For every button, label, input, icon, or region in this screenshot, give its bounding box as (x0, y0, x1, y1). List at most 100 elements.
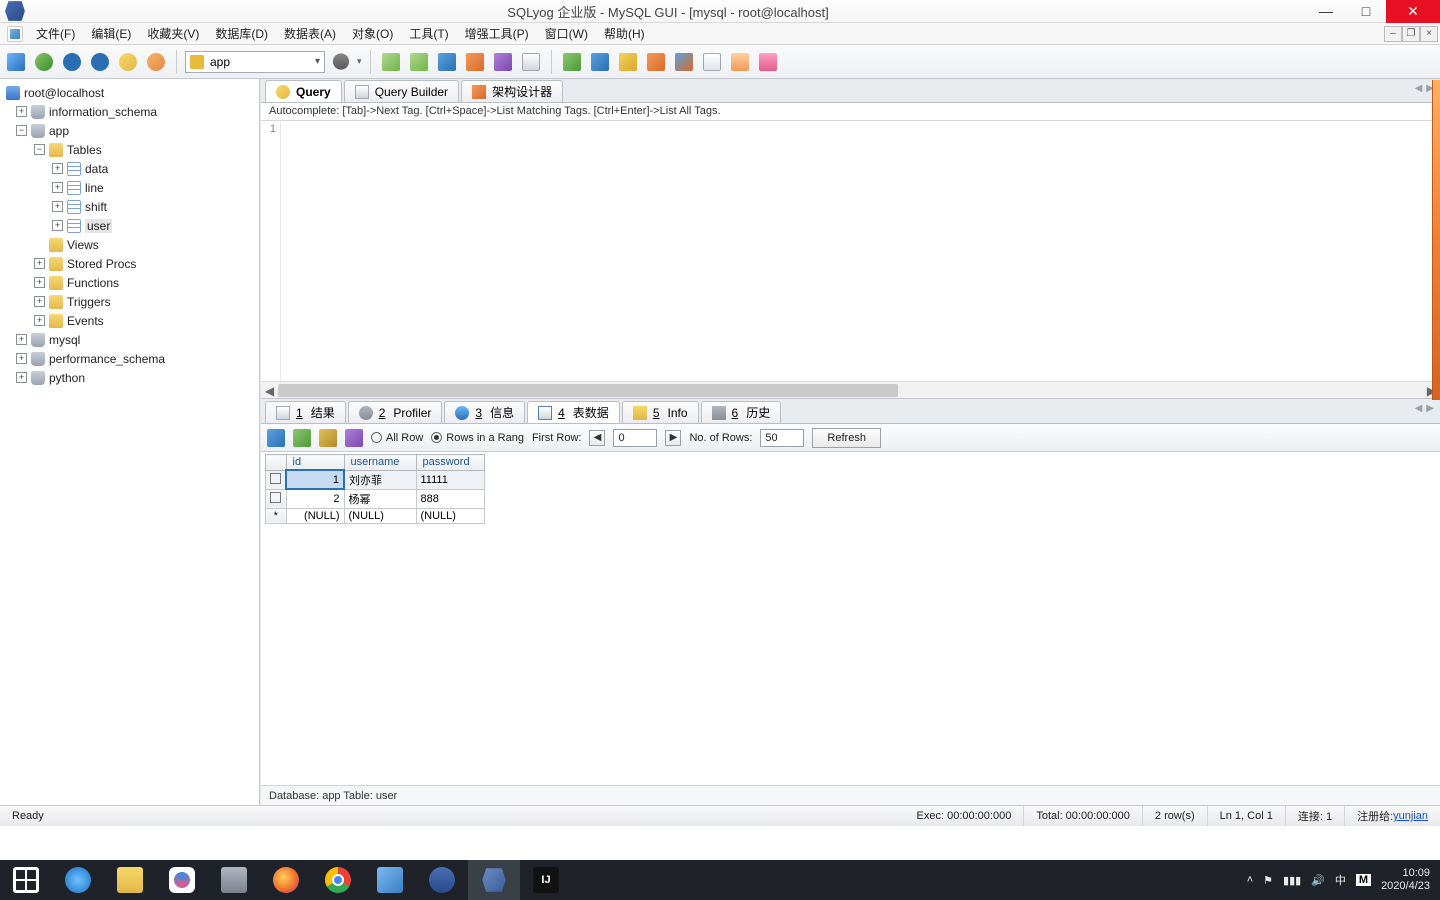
toolbar-btn-1[interactable] (379, 50, 403, 74)
mdi-minimize-button[interactable]: – (1384, 26, 1402, 42)
expand-icon[interactable]: + (16, 334, 27, 345)
table-row[interactable]: 2 杨幂 888 (266, 489, 485, 508)
toolbar-btn-2[interactable] (407, 50, 431, 74)
menu-favorites[interactable]: 收藏夹(V) (139, 23, 207, 44)
menu-database[interactable]: 数据库(D) (207, 23, 276, 44)
expand-icon[interactable]: + (34, 277, 45, 288)
toolbar-btn-10[interactable] (644, 50, 668, 74)
expand-icon[interactable]: + (52, 182, 63, 193)
tree-folder-events[interactable]: + Events (0, 311, 259, 330)
toolbar-btn-8[interactable] (588, 50, 612, 74)
menu-file[interactable]: 文件(F) (28, 23, 83, 44)
rtab-next-icon[interactable]: ▶ (1426, 403, 1434, 414)
tray-clock[interactable]: 10:09 2020/4/23 (1381, 867, 1430, 893)
rtool-btn-4[interactable] (345, 429, 363, 447)
tree-db-performance-schema[interactable]: + performance_schema (0, 349, 259, 368)
toolbar-btn-12[interactable] (700, 50, 724, 74)
taskbar-app-1[interactable] (156, 860, 208, 900)
taskbar-app-2[interactable] (208, 860, 260, 900)
menu-help[interactable]: 帮助(H) (596, 23, 653, 44)
mdi-restore-button[interactable]: ❐ (1402, 26, 1420, 42)
cell-id[interactable]: (NULL) (286, 508, 344, 523)
editor-hscrollbar[interactable]: ◀ ▶ (261, 381, 1440, 398)
rowsrange-radio[interactable] (431, 432, 442, 443)
toolbar-btn-14[interactable] (756, 50, 780, 74)
row-checkbox[interactable] (270, 492, 281, 503)
toolbar-execute-all-button[interactable] (88, 50, 112, 74)
taskbar-app-4[interactable] (416, 860, 468, 900)
toolbar-new-connection-button[interactable] (4, 50, 28, 74)
tree-db-mysql[interactable]: + mysql (0, 330, 259, 349)
refresh-button[interactable]: Refresh (812, 428, 881, 448)
tree-db-python[interactable]: + python (0, 368, 259, 387)
tree-table-line[interactable]: + line (0, 178, 259, 197)
toolbar-user-button[interactable] (329, 50, 353, 74)
editor-textarea[interactable] (281, 121, 1440, 381)
cell-id[interactable]: 2 (286, 489, 344, 508)
cell-username[interactable]: 杨幂 (344, 489, 416, 508)
toolbar-btn-3[interactable] (435, 50, 459, 74)
database-selector[interactable]: app ▾ (185, 51, 325, 73)
col-id[interactable]: id (286, 455, 344, 471)
noofrows-input[interactable]: 50 (760, 429, 804, 447)
rtab-prev-icon[interactable]: ◀ (1415, 403, 1423, 414)
taskbar-sqlyog[interactable] (468, 860, 520, 900)
menu-powertools[interactable]: 增强工具(P) (457, 23, 537, 44)
table-row-new[interactable]: * (NULL) (NULL) (NULL) (266, 508, 485, 523)
toolbar-format-button[interactable] (144, 50, 168, 74)
tree-folder-functions[interactable]: + Functions (0, 273, 259, 292)
expand-icon[interactable]: + (52, 163, 63, 174)
tray-chevron-up-icon[interactable]: ˄ (1247, 874, 1253, 886)
maximize-button[interactable]: □ (1346, 0, 1386, 23)
cell-password[interactable]: 888 (416, 489, 484, 508)
tree-host[interactable]: root@localhost (0, 83, 259, 102)
toolbar-btn-4[interactable] (463, 50, 487, 74)
cell-username[interactable]: 刘亦菲 (344, 470, 416, 489)
start-button[interactable] (0, 860, 52, 900)
tray-brand[interactable]: M (1356, 874, 1371, 886)
rtab-result[interactable]: 1结果 (265, 401, 346, 423)
taskbar-ie[interactable] (52, 860, 104, 900)
toolbar-btn-11[interactable] (672, 50, 696, 74)
cell-password[interactable]: (NULL) (416, 508, 484, 523)
status-registered-user[interactable]: yunjian (1393, 810, 1428, 822)
expand-icon[interactable]: + (34, 296, 45, 307)
col-username[interactable]: username (344, 455, 416, 471)
tree-folder-triggers[interactable]: + Triggers (0, 292, 259, 311)
menu-edit[interactable]: 编辑(E) (83, 23, 139, 44)
tree-folder-views[interactable]: Views (0, 235, 259, 254)
tab-schema-designer[interactable]: 架构设计器 (461, 80, 563, 102)
taskbar-intellij[interactable]: IJ (520, 860, 572, 900)
rtool-btn-3[interactable] (319, 429, 337, 447)
col-password[interactable]: password (416, 455, 484, 471)
expand-icon[interactable]: + (34, 258, 45, 269)
taskbar-chrome[interactable] (312, 860, 364, 900)
toolbar-execute-button[interactable] (60, 50, 84, 74)
scroll-thumb[interactable] (278, 384, 898, 397)
expand-icon[interactable]: + (16, 106, 27, 117)
tree-db-information-schema[interactable]: + information_schema (0, 102, 259, 121)
expand-icon[interactable]: + (52, 220, 63, 231)
tray-flag-icon[interactable]: ⚑ (1263, 874, 1273, 887)
tree-folder-tables[interactable]: − Tables (0, 140, 259, 159)
close-button[interactable]: ✕ (1386, 0, 1440, 23)
side-stripe[interactable] (1432, 80, 1440, 400)
rtab-history[interactable]: 6历史 (701, 401, 782, 423)
minimize-button[interactable]: ― (1306, 0, 1346, 23)
toolbar-explain-button[interactable] (116, 50, 140, 74)
expand-icon[interactable]: + (16, 353, 27, 364)
tree-table-data[interactable]: + data (0, 159, 259, 178)
toolbar-btn-13[interactable] (728, 50, 752, 74)
row-checkbox[interactable] (270, 473, 281, 484)
rtool-btn-1[interactable] (267, 429, 285, 447)
scroll-left-icon[interactable]: ◀ (261, 382, 278, 399)
rtool-btn-2[interactable] (293, 429, 311, 447)
allrow-radio[interactable] (371, 432, 382, 443)
table-row[interactable]: 1 刘亦菲 11111 (266, 470, 485, 489)
expand-icon[interactable]: + (52, 201, 63, 212)
tab-query-builder[interactable]: Query Builder (344, 80, 459, 102)
menu-object[interactable]: 对象(O) (344, 23, 401, 44)
expand-icon[interactable]: + (34, 315, 45, 326)
menu-tools[interactable]: 工具(T) (401, 23, 456, 44)
rtab-profiler[interactable]: 2Profiler (348, 401, 443, 423)
